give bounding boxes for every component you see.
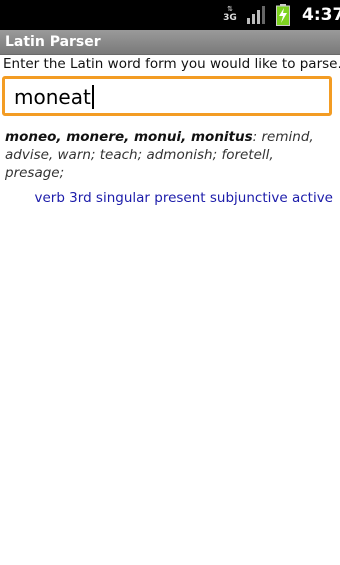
input-prompt: Enter the Latin word form you would like… xyxy=(3,56,340,72)
principal-parts: moneo, monere, monui, monitus xyxy=(5,129,253,145)
battery-charging-icon xyxy=(276,4,290,26)
app-title: Latin Parser xyxy=(5,34,101,50)
network-3g-icon: ⇅ 3G xyxy=(223,5,237,24)
latin-word-input-value[interactable]: moneat xyxy=(14,79,94,113)
signal-bars-icon xyxy=(247,6,265,24)
clock: 4:37 xyxy=(302,5,340,25)
title-bar: Latin Parser xyxy=(0,30,340,55)
text-caret xyxy=(91,84,94,109)
latin-word-input[interactable]: moneat xyxy=(2,76,332,116)
definition: moneo, monere, monui, monitus: remind, a… xyxy=(5,128,335,182)
status-bar: ⇅ 3G 4:37 xyxy=(0,0,340,30)
parse-result: verb 3rd singular present subjunctive ac… xyxy=(34,190,333,206)
